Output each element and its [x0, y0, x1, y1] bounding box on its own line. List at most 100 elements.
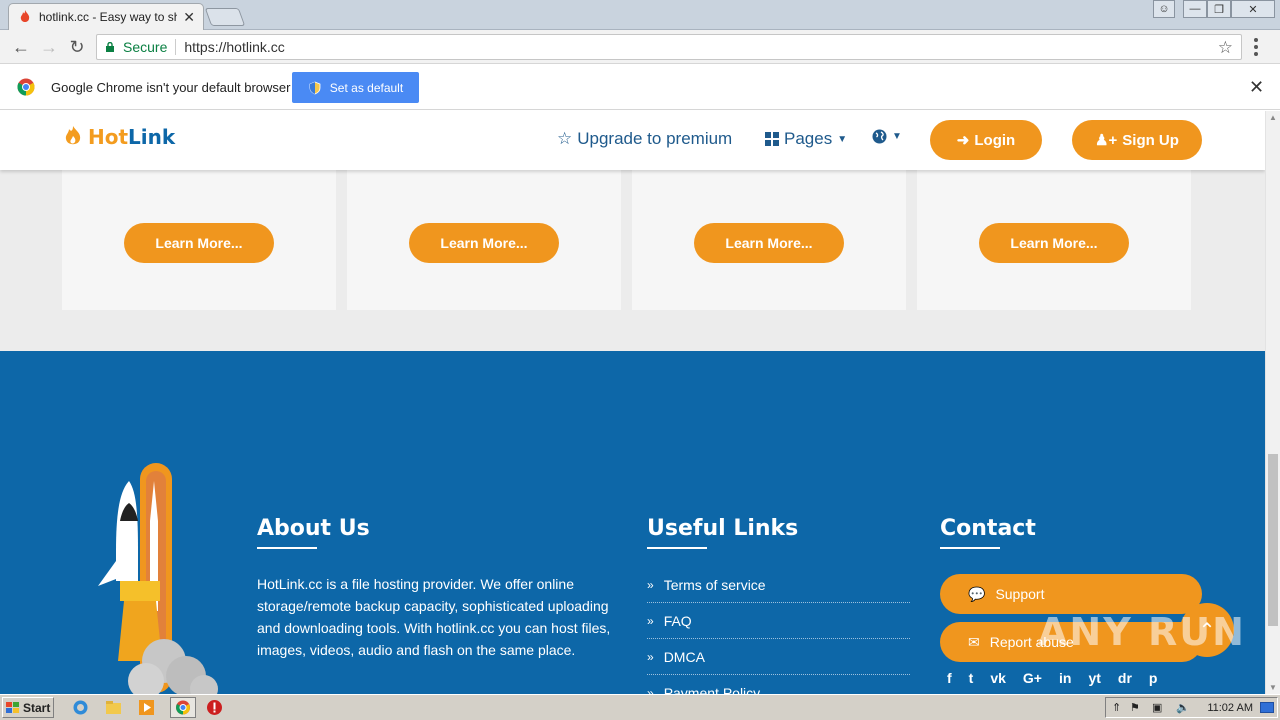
windows-logo-icon [6, 701, 19, 713]
nav-pages-label: Pages [784, 129, 833, 148]
features-cards: Learn More... Learn More... Learn More..… [0, 170, 1265, 351]
envelope-icon: ✉ [968, 633, 980, 650]
scroll-down-arrow-icon[interactable]: ▼ [1269, 683, 1277, 692]
contact-heading: Contact [940, 516, 1036, 541]
window-controls: ☺ — ❐ ✕ [1153, 0, 1275, 18]
feature-card: Learn More... [62, 170, 336, 310]
start-label: Start [23, 700, 51, 715]
nav-upgrade-link[interactable]: ☆ Upgrade to premium [557, 129, 732, 149]
media-player-icon[interactable] [138, 699, 155, 716]
infobar-close-icon[interactable]: ✕ [1249, 77, 1264, 98]
infobar-message: Google Chrome isn't your default browser [51, 80, 291, 95]
learn-more-button[interactable]: Learn More... [694, 223, 844, 263]
restore-icon[interactable]: ❐ [1207, 0, 1231, 18]
nav-language-dropdown[interactable]: ▼ [872, 129, 902, 144]
vk-icon[interactable]: vk [990, 670, 1006, 686]
url-text[interactable]: https://hotlink.cc [184, 39, 284, 55]
about-heading: About Us [257, 516, 370, 541]
hotlink-favicon-icon [20, 10, 30, 22]
support-button[interactable]: 💬 Support [940, 574, 1202, 614]
lock-icon [106, 42, 114, 52]
minimize-icon[interactable]: — [1183, 0, 1207, 18]
heading-underline [257, 547, 317, 549]
site-navbar: HotLink ☆ Upgrade to premium Pages ▼ ▼ ➜… [0, 111, 1265, 170]
internet-explorer-icon[interactable] [72, 699, 89, 716]
useful-links-heading: Useful Links [647, 516, 799, 541]
double-chevron-right-icon: » [647, 577, 654, 592]
set-as-default-button[interactable]: Set as default [292, 72, 419, 103]
twitter-icon[interactable]: t [969, 670, 974, 686]
youtube-icon[interactable]: yt [1088, 670, 1100, 686]
address-bar[interactable]: Secure https://hotlink.cc ☆ [96, 34, 1242, 60]
tab-title: hotlink.cc - Easy way to sha [39, 10, 178, 24]
learn-more-button[interactable]: Learn More... [124, 223, 274, 263]
grid-icon [765, 132, 779, 146]
security-alert-icon[interactable] [206, 699, 223, 716]
reload-icon[interactable]: ↻ [66, 36, 88, 58]
windows-taskbar: Start ⇑ ⚑ ▣ 🔈 11:02 AM [0, 694, 1280, 720]
support-label: Support [995, 586, 1045, 602]
system-tray: ⇑ ⚑ ▣ 🔈 11:02 AM [1105, 697, 1278, 718]
user-plus-icon: ♟+ [1095, 132, 1118, 149]
omnibox-divider [175, 39, 177, 55]
volume-icon[interactable]: 🔈 [1176, 701, 1190, 714]
page-scrollbar[interactable]: ▲ ▼ [1265, 111, 1280, 694]
globe-icon [872, 129, 887, 144]
caret-down-icon: ▼ [892, 131, 902, 142]
tab-close-icon[interactable]: ✕ [183, 9, 195, 26]
heading-underline [647, 547, 707, 549]
scroll-up-arrow-icon[interactable]: ▲ [1269, 113, 1277, 122]
footer-link-label: Payment Policy [663, 684, 761, 695]
pinterest-icon[interactable]: p [1149, 670, 1158, 686]
footer-link-faq[interactable]: » FAQ [647, 603, 910, 639]
footer-link-terms[interactable]: » Terms of service [647, 567, 910, 603]
feature-card: Learn More... [347, 170, 621, 310]
logo-hot-text: Hot [88, 125, 129, 149]
footer-link-label: Terms of service [663, 576, 766, 593]
chrome-logo-icon [17, 78, 35, 96]
secure-label: Secure [123, 39, 168, 55]
double-chevron-right-icon: » [647, 685, 654, 695]
set-as-default-label: Set as default [329, 80, 404, 95]
linkedin-icon[interactable]: in [1059, 670, 1071, 686]
signup-button[interactable]: ♟+ Sign Up [1072, 120, 1202, 160]
logo-link-text: Link [128, 125, 176, 149]
user-icon[interactable]: ☺ [1153, 0, 1175, 18]
flag-icon[interactable]: ⚑ [1130, 701, 1140, 714]
footer-link-payment-policy[interactable]: » Payment Policy [647, 675, 910, 695]
forward-icon[interactable]: → [38, 36, 60, 58]
scrollbar-thumb[interactable] [1268, 454, 1278, 626]
footer-link-dmca[interactable]: » DMCA [647, 639, 910, 675]
start-button[interactable]: Start [2, 697, 54, 718]
login-button[interactable]: ➜ Login [930, 120, 1042, 160]
chrome-menu-icon[interactable] [1250, 35, 1262, 59]
new-tab-button[interactable] [204, 8, 246, 26]
show-desktop-icon[interactable] [1260, 702, 1274, 713]
google-plus-icon[interactable]: G+ [1023, 670, 1042, 686]
nav-upgrade-label: Upgrade to premium [577, 129, 733, 148]
learn-more-button[interactable]: Learn More... [409, 223, 559, 263]
folder-icon[interactable] [105, 699, 122, 716]
browser-titlebar: hotlink.cc - Easy way to sha ✕ ☺ — ❐ ✕ [0, 0, 1280, 30]
sign-in-icon: ➜ [956, 132, 970, 149]
social-links: f t vk G+ in yt dr p [947, 670, 1157, 686]
site-logo[interactable]: HotLink [62, 125, 175, 149]
network-icon[interactable]: ▣ [1152, 701, 1162, 714]
heading-underline [940, 547, 1000, 549]
facebook-icon[interactable]: f [947, 670, 952, 686]
close-icon[interactable]: ✕ [1231, 0, 1275, 18]
back-icon[interactable]: ← [10, 36, 32, 58]
browser-tab[interactable]: hotlink.cc - Easy way to sha ✕ [8, 3, 204, 30]
learn-more-button[interactable]: Learn More... [979, 223, 1129, 263]
dribbble-icon[interactable]: dr [1118, 670, 1132, 686]
footer-link-label: FAQ [663, 612, 692, 629]
shield-icon [309, 81, 321, 94]
double-chevron-right-icon: » [647, 649, 654, 664]
chrome-taskbar-icon[interactable] [170, 697, 196, 718]
footer-link-label: DMCA [663, 648, 705, 665]
nav-pages-dropdown[interactable]: Pages ▼ [765, 129, 847, 149]
bookmark-star-icon[interactable]: ☆ [1218, 38, 1233, 58]
signup-label: Sign Up [1122, 131, 1179, 149]
login-label: Login [974, 131, 1016, 149]
tray-expand-icon[interactable]: ⇑ [1112, 701, 1121, 714]
